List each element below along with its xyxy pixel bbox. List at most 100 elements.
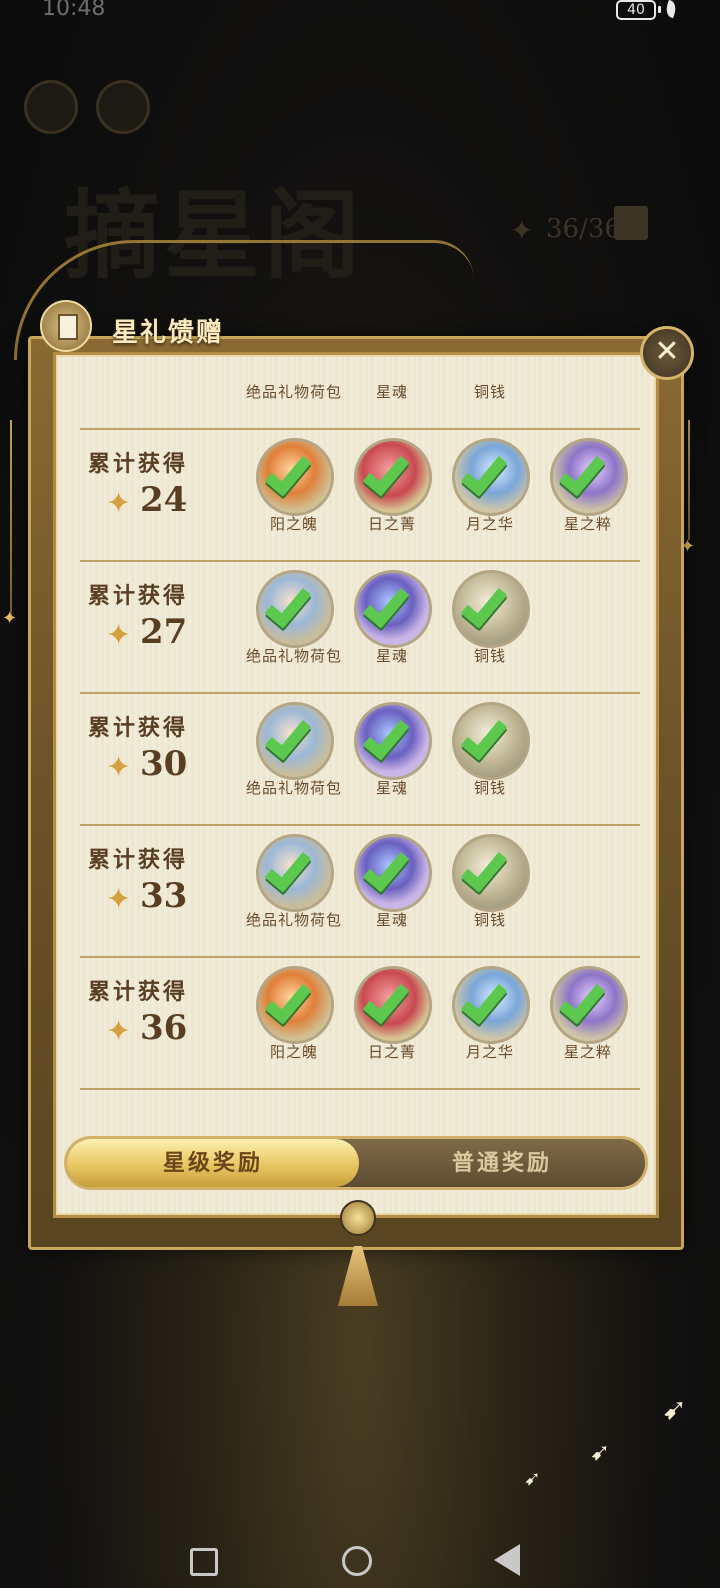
claimed-check-icon <box>556 447 616 508</box>
reward-item[interactable]: 绝品礼物荷包 <box>244 570 341 690</box>
bg-menu-icon <box>24 80 78 134</box>
reward-row-partial: 绝品礼物荷包 星魂 铜钱 <box>80 370 640 430</box>
reward-item[interactable]: 星魂 <box>342 834 434 954</box>
reward-item[interactable]: 绝品礼物荷包 <box>244 834 341 954</box>
star-icon: ✦ <box>106 486 132 521</box>
row-star-count: 33 <box>140 876 188 916</box>
claimed-check-icon <box>458 711 518 772</box>
reward-item-label: 星魂 <box>375 383 408 401</box>
recents-button[interactable] <box>190 1548 218 1576</box>
reward-item[interactable]: 铜钱 <box>440 834 532 954</box>
claimed-check-icon <box>360 843 420 904</box>
row-star-count: 24 <box>140 480 188 520</box>
battery-icon: 40 <box>616 0 656 20</box>
reward-item[interactable]: 星魂 <box>342 370 434 426</box>
bg-star-progress: 36/36 <box>546 214 621 244</box>
claimed-check-icon <box>458 447 518 508</box>
home-button[interactable] <box>342 1546 372 1576</box>
reward-item-label: 星魂 <box>375 647 408 665</box>
reward-item[interactable]: 铜钱 <box>440 702 532 822</box>
bird-icon: ➹ <box>662 1392 688 1427</box>
reward-item-label: 铜钱 <box>473 911 506 929</box>
sparkle-icon: ✦ <box>2 608 18 629</box>
system-nav-bar <box>0 1540 720 1588</box>
scroll-doc-icon <box>40 300 92 352</box>
tab-normal-rewards[interactable]: 普通奖励 <box>359 1139 645 1187</box>
reward-item-label: 绝品礼物荷包 <box>245 647 342 665</box>
reward-item[interactable]: 铜钱 <box>440 370 532 426</box>
reward-item[interactable]: 星魂 <box>342 702 434 822</box>
star-icon: ✦ <box>106 750 132 785</box>
bg-star-icon: ✦ <box>510 214 534 247</box>
claimed-check-icon <box>458 579 518 640</box>
gold-line-left <box>10 420 12 620</box>
claimed-check-icon <box>556 975 616 1036</box>
reward-item-label: 铜钱 <box>473 647 506 665</box>
tassel-decoration <box>338 1246 378 1306</box>
claimed-check-icon <box>458 975 518 1036</box>
reward-item-label: 星魂 <box>375 779 408 797</box>
claimed-check-icon <box>360 975 420 1036</box>
reward-item-label: 月之华 <box>465 1043 514 1061</box>
reward-item[interactable]: 月之华 <box>440 966 532 1086</box>
reward-tabbar: 星级奖励 普通奖励 <box>64 1136 648 1190</box>
reward-item[interactable]: 阳之魄 <box>244 966 336 1086</box>
claimed-check-icon <box>262 579 322 640</box>
claimed-check-icon <box>262 447 322 508</box>
reward-item[interactable]: 月之华 <box>440 438 532 558</box>
reward-list[interactable]: 绝品礼物荷包 星魂 铜钱 累计获得 ✦ 24 阳之魄 日之菁 月之华 星之粹 累计获得 ✦ 27 绝… <box>80 370 640 1100</box>
bg-pavilion-icon <box>96 80 150 134</box>
row-label: 累计获得 <box>88 979 189 1005</box>
reward-item[interactable]: 绝品礼物荷包 <box>244 702 341 822</box>
row-label: 累计获得 <box>88 715 189 741</box>
row-label: 累计获得 <box>88 847 189 873</box>
reward-item[interactable]: 铜钱 <box>440 570 532 690</box>
row-star-count: 27 <box>140 612 188 652</box>
row-star-count: 36 <box>140 1008 188 1048</box>
reward-item-label: 阳之魄 <box>269 1043 318 1061</box>
reward-item[interactable]: 绝品礼物荷包 <box>244 370 341 426</box>
reward-item-label: 绝品礼物荷包 <box>245 383 342 401</box>
leaf-icon <box>663 0 679 19</box>
reward-item-label: 月之华 <box>465 515 514 533</box>
bird-icon: ➹ <box>524 1466 541 1490</box>
close-button[interactable]: ✕ <box>640 326 694 380</box>
reward-item[interactable]: 阳之魄 <box>244 438 336 558</box>
claimed-check-icon <box>458 843 518 904</box>
reward-item-label: 绝品礼物荷包 <box>245 911 342 929</box>
reward-row: 累计获得 ✦ 33 绝品礼物荷包 星魂 铜钱 <box>80 826 640 958</box>
reward-item[interactable]: 星之粹 <box>538 966 630 1086</box>
flower-knot-icon <box>340 1200 376 1236</box>
claimed-check-icon <box>360 447 420 508</box>
reward-item-label: 铜钱 <box>473 779 506 797</box>
back-button[interactable] <box>494 1544 520 1576</box>
bird-icon: ➹ <box>590 1438 611 1466</box>
claimed-check-icon <box>262 711 322 772</box>
reward-row: 累计获得 ✦ 27 绝品礼物荷包 星魂 铜钱 <box>80 562 640 694</box>
row-label: 累计获得 <box>88 583 189 609</box>
tab-star-rewards[interactable]: 星级奖励 <box>67 1139 359 1187</box>
row-star-count: 30 <box>140 744 188 784</box>
bg-gift-icon <box>614 206 648 240</box>
status-bar: 10:48 40 <box>0 0 720 24</box>
reward-item-label: 绝品礼物荷包 <box>245 779 342 797</box>
row-label: 累计获得 <box>88 451 189 477</box>
reward-item[interactable]: 星魂 <box>342 570 434 690</box>
reward-item-label: 日之菁 <box>367 1043 416 1061</box>
reward-item-label: 星之粹 <box>563 1043 612 1061</box>
reward-row: 累计获得 ✦ 30 绝品礼物荷包 星魂 铜钱 <box>80 694 640 826</box>
star-icon: ✦ <box>106 618 132 653</box>
star-icon: ✦ <box>106 1014 132 1049</box>
reward-item[interactable]: 星之粹 <box>538 438 630 558</box>
claimed-check-icon <box>262 843 322 904</box>
status-time: 10:48 <box>42 0 106 21</box>
gold-line-right <box>688 420 690 540</box>
claimed-check-icon <box>360 579 420 640</box>
reward-row: 累计获得 ✦ 36 阳之魄 日之菁 月之华 星之粹 <box>80 958 640 1090</box>
reward-item-label: 星魂 <box>375 911 408 929</box>
panel-title: 星礼馈赠 <box>112 318 225 348</box>
reward-item[interactable]: 日之菁 <box>342 966 434 1086</box>
battery-tip <box>658 6 661 13</box>
reward-item[interactable]: 日之菁 <box>342 438 434 558</box>
star-icon: ✦ <box>106 882 132 917</box>
